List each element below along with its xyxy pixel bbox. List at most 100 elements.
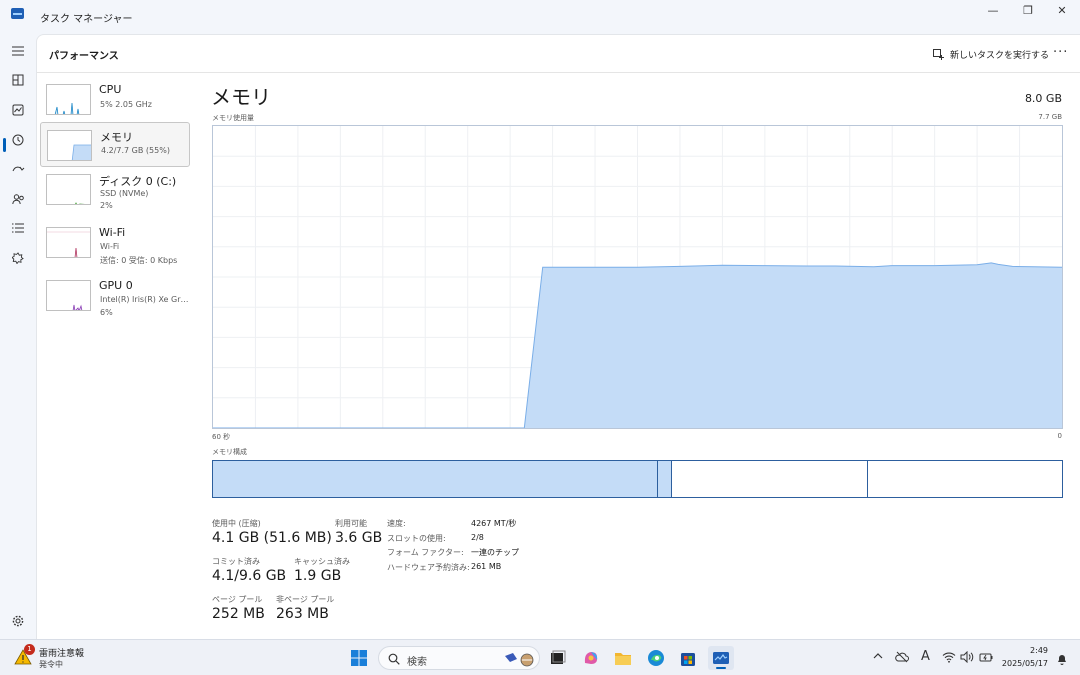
device-item-memory[interactable]: メモリ 4.2/7.7 GB (55%) bbox=[40, 122, 190, 167]
main-title: メモリ bbox=[211, 85, 271, 109]
notification-bell-button[interactable] bbox=[1056, 651, 1068, 670]
device-item-wifi[interactable]: Wi-Fi Wi-Fi 送信: 0 受信: 0 Kbps bbox=[40, 220, 190, 265]
paged-pool-label: ページ プール bbox=[212, 595, 263, 604]
memory-composition-label: メモリ構成 bbox=[212, 448, 247, 456]
startup-apps-icon[interactable] bbox=[9, 160, 27, 178]
spec-value: 4267 MT/秒 bbox=[471, 519, 517, 528]
clock-time[interactable]: 2:49 bbox=[1030, 646, 1048, 655]
composition-segment-standby[interactable] bbox=[672, 461, 868, 497]
speaker-icon bbox=[960, 650, 974, 664]
wifi-tray-button[interactable] bbox=[942, 651, 956, 666]
device-name: ディスク 0 (C:) bbox=[99, 175, 177, 188]
spec-key: 速度: bbox=[387, 519, 406, 528]
bell-icon bbox=[1058, 655, 1066, 665]
x-axis-left-label: 60 秒 bbox=[212, 433, 231, 441]
taskbar: 1 雷雨注意報 発令中 検索 A 2:49 2025/05/17 bbox=[0, 639, 1080, 675]
spec-key: スロットの使用: bbox=[387, 534, 446, 543]
device-detail: Intel(R) Iris(R) Xe Grap... bbox=[100, 295, 192, 304]
device-item-gpu[interactable]: GPU 0 Intel(R) Iris(R) Xe Grap... 6% bbox=[40, 273, 192, 318]
title-bar: タスク マネージャー — ❐ ✕ bbox=[0, 0, 1080, 34]
services-icon[interactable] bbox=[9, 249, 27, 267]
task-manager-taskbar-button[interactable] bbox=[708, 646, 734, 670]
memory-usage-label: メモリ使用量 bbox=[212, 114, 254, 122]
committed-value: 4.1/9.6 GB bbox=[212, 568, 287, 584]
page-header: パフォーマンス 新しいタスクを実行する ··· bbox=[37, 35, 1080, 73]
disk-thumbnail-graph bbox=[46, 174, 91, 205]
device-name: CPU bbox=[99, 83, 122, 96]
battery-tray-button[interactable] bbox=[979, 651, 993, 666]
minimize-button[interactable]: — bbox=[978, 4, 1008, 20]
run-new-task-button[interactable]: 新しいタスクを実行する bbox=[933, 45, 1049, 63]
spec-value: 2/8 bbox=[471, 533, 484, 542]
wifi-icon bbox=[942, 652, 956, 663]
weather-subtitle: 発令中 bbox=[39, 660, 63, 669]
edge-icon bbox=[648, 650, 664, 666]
cached-label: キャッシュ済み bbox=[294, 557, 350, 566]
search-highlight-icon bbox=[505, 653, 534, 667]
page-title: パフォーマンス bbox=[49, 51, 119, 62]
copilot-button[interactable] bbox=[581, 648, 601, 668]
details-icon[interactable] bbox=[9, 219, 27, 237]
device-throughput: 送信: 0 受信: 0 Kbps bbox=[100, 256, 178, 265]
device-detail: 5% 2.05 GHz bbox=[100, 100, 153, 109]
content-area: パフォーマンス 新しいタスクを実行する ··· CPU 5% 2.05 GHz … bbox=[36, 34, 1080, 639]
store-icon bbox=[681, 653, 695, 666]
taskbar-search-box[interactable]: 検索 bbox=[378, 646, 540, 670]
available-label: 利用可能 bbox=[335, 519, 367, 528]
memory-usage-chart bbox=[213, 126, 1063, 429]
x-axis-right-label: 0 bbox=[1057, 432, 1062, 440]
total-memory: 8.0 GB bbox=[1024, 92, 1062, 105]
wifi-thumbnail-graph bbox=[46, 227, 91, 258]
nonpaged-pool-label: 非ページ プール bbox=[276, 595, 335, 604]
available-value: 3.6 GB bbox=[335, 530, 383, 546]
onedrive-tray-button[interactable] bbox=[895, 651, 909, 666]
gpu-thumbnail-graph bbox=[46, 280, 91, 311]
window-title: タスク マネージャー bbox=[40, 14, 133, 25]
navigation-rail bbox=[0, 34, 36, 639]
clock-date[interactable]: 2025/05/17 bbox=[1002, 659, 1048, 668]
notification-badge: 1 bbox=[24, 644, 35, 655]
processes-icon[interactable] bbox=[9, 71, 27, 89]
microsoft-store-button[interactable] bbox=[678, 648, 698, 668]
memory-thumbnail-graph bbox=[47, 130, 92, 161]
search-placeholder: 検索 bbox=[407, 657, 427, 668]
device-item-disk[interactable]: ディスク 0 (C:) SSD (NVMe) 2% bbox=[40, 167, 190, 212]
settings-gear-icon[interactable] bbox=[9, 612, 27, 630]
app-history-icon[interactable] bbox=[9, 131, 27, 149]
device-detail: Wi-Fi bbox=[100, 242, 120, 251]
performance-icon[interactable] bbox=[9, 101, 27, 119]
memory-usage-graph bbox=[212, 125, 1063, 429]
ime-indicator[interactable]: A bbox=[921, 649, 930, 664]
close-button[interactable]: ✕ bbox=[1047, 4, 1077, 20]
users-icon[interactable] bbox=[9, 190, 27, 208]
cached-value: 1.9 GB bbox=[294, 568, 342, 584]
show-hidden-icons-button[interactable] bbox=[873, 651, 883, 664]
device-item-cpu[interactable]: CPU 5% 2.05 GHz bbox=[40, 77, 190, 122]
composition-segment-in-use[interactable] bbox=[213, 461, 658, 497]
volume-tray-button[interactable] bbox=[960, 650, 974, 666]
device-detail: 4.2/7.7 GB (55%) bbox=[101, 146, 170, 155]
battery-charging-icon bbox=[979, 653, 993, 662]
committed-label: コミット済み bbox=[212, 557, 260, 566]
more-options-button[interactable]: ··· bbox=[1053, 45, 1068, 60]
file-explorer-button[interactable] bbox=[613, 648, 633, 668]
start-button[interactable] bbox=[349, 648, 369, 668]
cloud-offline-icon bbox=[895, 651, 909, 663]
edge-browser-button[interactable] bbox=[646, 648, 666, 668]
device-usage: 2% bbox=[100, 201, 113, 210]
memory-composition-bar bbox=[212, 460, 1063, 498]
composition-segment-modified[interactable] bbox=[657, 461, 673, 497]
device-name: メモリ bbox=[100, 131, 133, 144]
in-use-label: 使用中 (圧縮) bbox=[212, 519, 261, 528]
composition-segment-free[interactable] bbox=[867, 461, 1062, 497]
task-manager-app-icon bbox=[11, 8, 24, 19]
cpu-thumbnail-graph bbox=[46, 84, 91, 115]
search-icon bbox=[388, 653, 400, 665]
spec-key: ハードウェア予約済み: bbox=[387, 563, 470, 572]
task-view-button[interactable] bbox=[547, 648, 567, 668]
restore-button[interactable]: ❐ bbox=[1013, 4, 1043, 20]
windows-logo-icon bbox=[351, 650, 367, 666]
hamburger-menu-icon[interactable] bbox=[9, 42, 27, 60]
nonpaged-pool-value: 263 MB bbox=[276, 606, 329, 622]
task-view-icon bbox=[551, 650, 566, 664]
